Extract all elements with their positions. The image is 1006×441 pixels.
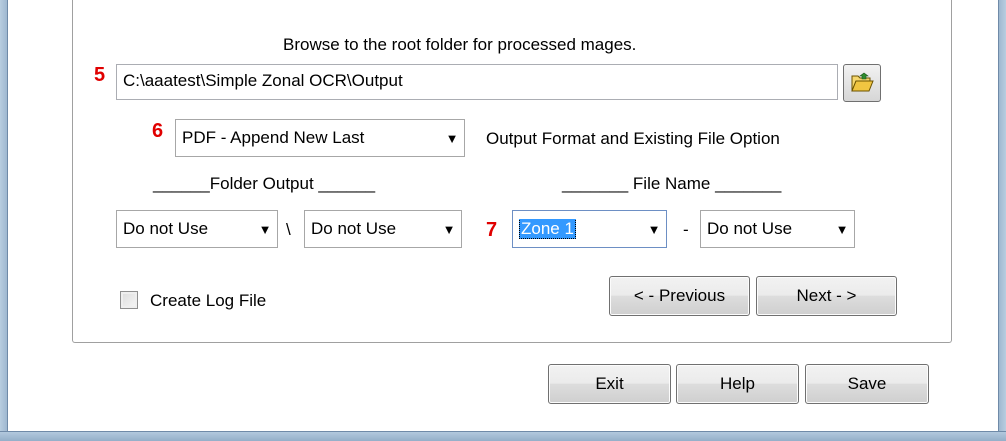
chevron-down-icon[interactable]: ▼ — [440, 131, 464, 146]
help-button[interactable]: Help — [676, 364, 799, 404]
browse-instruction-label: Browse to the root folder for processed … — [283, 35, 637, 54]
output-format-select[interactable]: PDF - Append New Last ▼ — [175, 119, 465, 157]
window-frame-right — [998, 0, 1006, 441]
save-button[interactable]: Save — [805, 364, 929, 404]
folder-output-header: ______Folder Output ______ — [153, 174, 376, 193]
file-name-combo-2-value: Do not Use — [707, 219, 793, 238]
step-6-marker: 6 — [152, 120, 164, 142]
root-folder-input[interactable]: C:\aaatest\Simple Zonal OCR\Output — [116, 64, 838, 100]
window-frame-left — [0, 0, 8, 441]
folder-output-combo-1[interactable]: Do not Use ▼ — [116, 210, 278, 248]
chevron-down-icon[interactable]: ▼ — [830, 222, 854, 237]
next-button[interactable]: Next - > — [756, 276, 897, 316]
exit-button[interactable]: Exit — [548, 364, 671, 404]
file-name-combo-1[interactable]: Zone 1 ▼ — [512, 210, 667, 248]
chevron-down-icon[interactable]: ▼ — [253, 222, 277, 237]
folder-separator: \ — [286, 220, 291, 239]
file-name-header: _______ File Name _______ — [562, 174, 782, 193]
step-5-marker: 5 — [94, 64, 106, 86]
step-7-marker: 7 — [486, 219, 498, 241]
create-log-label[interactable]: Create Log File — [150, 291, 266, 311]
file-name-separator: - — [683, 220, 689, 239]
output-format-value: PDF - Append New Last — [182, 128, 365, 147]
chevron-down-icon[interactable]: ▼ — [642, 222, 666, 237]
folder-output-combo-1-value: Do not Use — [123, 219, 209, 238]
file-name-combo-1-value: Zone 1 — [519, 219, 576, 239]
window-frame-bottom — [0, 431, 1006, 441]
output-format-label: Output Format and Existing File Option — [486, 129, 780, 148]
folder-output-combo-2-value: Do not Use — [311, 219, 397, 238]
create-log-checkbox[interactable] — [120, 291, 138, 309]
file-name-combo-2[interactable]: Do not Use ▼ — [700, 210, 855, 248]
dialog-client-area: Browse to the root folder for processed … — [9, 0, 997, 431]
chevron-down-icon[interactable]: ▼ — [437, 222, 461, 237]
open-folder-icon — [851, 72, 874, 92]
previous-button[interactable]: < - Previous — [609, 276, 750, 316]
folder-output-combo-2[interactable]: Do not Use ▼ — [304, 210, 462, 248]
browse-folder-button[interactable] — [843, 64, 881, 102]
